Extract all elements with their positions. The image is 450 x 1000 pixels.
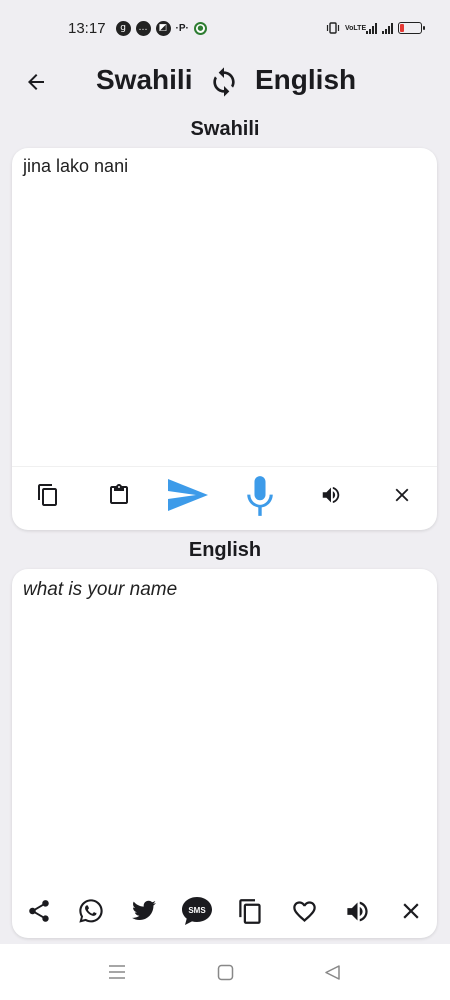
signal-2-icon bbox=[382, 22, 393, 34]
status-time: 13:17 bbox=[68, 19, 106, 37]
close-icon bbox=[395, 488, 409, 502]
speak-translation-button[interactable] bbox=[342, 896, 372, 926]
signal-1-icon bbox=[366, 22, 377, 34]
back-button[interactable] bbox=[20, 66, 52, 98]
source-section-label: Swahili bbox=[190, 118, 260, 140]
translation-output: what is your name bbox=[23, 579, 178, 600]
source-divider bbox=[12, 466, 437, 467]
source-text-input[interactable]: jina lako nani bbox=[23, 156, 426, 456]
share-icon bbox=[29, 900, 49, 922]
translate-send-button[interactable] bbox=[165, 475, 211, 515]
send-icon bbox=[168, 479, 208, 511]
menu-lines-icon bbox=[109, 965, 125, 979]
sms-share-button[interactable]: SMS bbox=[180, 895, 214, 927]
volte-label: VoLTE bbox=[345, 24, 367, 32]
source-card: jina lako nani bbox=[12, 148, 437, 530]
vibrate-icon bbox=[326, 22, 340, 34]
app-green-icon: ● bbox=[193, 21, 207, 35]
clipboard-icon bbox=[110, 484, 128, 504]
whatsapp-share-button[interactable] bbox=[76, 896, 106, 926]
target-card: what is your name SMS bbox=[12, 569, 437, 938]
volume-icon bbox=[322, 486, 340, 504]
heart-outline-icon bbox=[292, 900, 316, 922]
square-icon bbox=[217, 964, 233, 980]
home-button[interactable] bbox=[215, 962, 235, 982]
twitter-icon bbox=[132, 900, 156, 920]
speak-source-button[interactable] bbox=[317, 481, 345, 509]
notification-icons: g … ◩ ·P· ● bbox=[115, 20, 207, 36]
system-status: VoLTE bbox=[326, 21, 425, 35]
back-nav-button[interactable] bbox=[322, 962, 342, 982]
paste-button[interactable] bbox=[105, 481, 133, 509]
arrow-left-icon bbox=[28, 74, 44, 90]
paytm-icon: ·P· bbox=[175, 22, 189, 34]
app-notification-icon: ◩ bbox=[155, 20, 171, 36]
message-icon: … bbox=[135, 20, 151, 36]
voice-input-button[interactable] bbox=[242, 473, 278, 519]
app-bar: Swahili English bbox=[0, 56, 450, 108]
share-button[interactable] bbox=[24, 896, 54, 926]
sms-icon: SMS bbox=[182, 897, 212, 925]
battery-icon bbox=[398, 22, 425, 34]
twitter-share-button[interactable] bbox=[128, 896, 160, 926]
target-language-title[interactable]: English bbox=[255, 64, 356, 96]
microphone-icon bbox=[247, 476, 273, 516]
copy-translation-button[interactable] bbox=[235, 896, 265, 926]
recents-button[interactable] bbox=[107, 962, 127, 982]
source-language-title[interactable]: Swahili bbox=[96, 64, 192, 96]
source-toolbar bbox=[12, 471, 437, 521]
copy-icon bbox=[238, 898, 261, 924]
triangle-back-icon bbox=[324, 964, 340, 980]
system-nav-bar bbox=[0, 944, 450, 1000]
swap-languages-button[interactable] bbox=[207, 65, 241, 99]
clear-translation-button[interactable] bbox=[396, 896, 426, 926]
copy-icon bbox=[38, 484, 57, 506]
status-bar: 13:17 g … ◩ ·P· ● VoLTE bbox=[0, 0, 450, 56]
volume-icon bbox=[346, 901, 368, 921]
favorite-button[interactable] bbox=[289, 896, 319, 926]
close-icon bbox=[403, 903, 419, 919]
notification-g-icon: g bbox=[115, 20, 131, 36]
clear-source-button[interactable] bbox=[388, 481, 416, 509]
copy-source-button[interactable] bbox=[34, 481, 62, 509]
target-section-label: English bbox=[188, 539, 262, 561]
svg-text:SMS: SMS bbox=[188, 906, 206, 915]
target-toolbar: SMS bbox=[12, 886, 437, 936]
whatsapp-icon bbox=[79, 899, 103, 923]
swap-icon bbox=[213, 67, 235, 97]
